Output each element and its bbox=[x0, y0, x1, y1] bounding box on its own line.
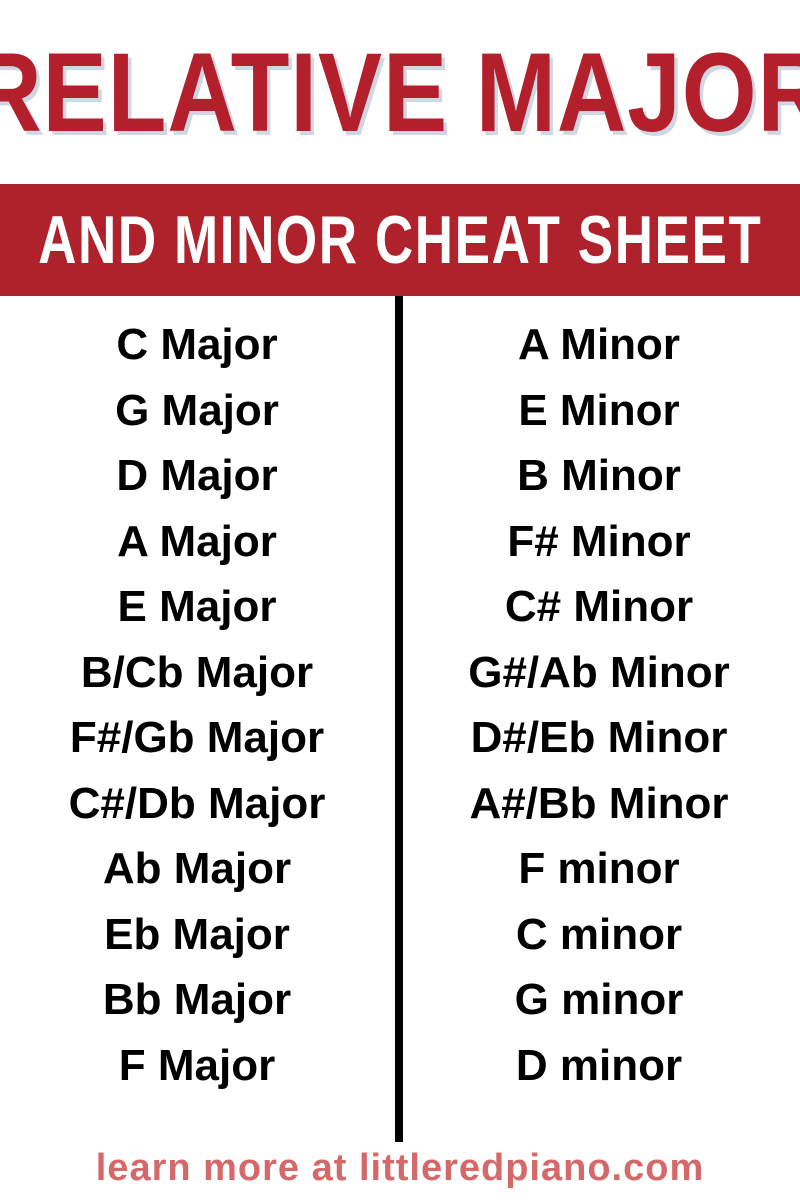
major-key-item: Bb Major bbox=[102, 975, 292, 1024]
major-key-item: Eb Major bbox=[104, 909, 290, 959]
minor-key-item: D#/Eb Minor bbox=[470, 713, 728, 762]
title-line-1: RELATIVE MAJOR bbox=[0, 29, 800, 155]
minor-key-item: F minor bbox=[518, 844, 680, 893]
minor-key-item: F# Minor bbox=[507, 516, 691, 566]
major-key-item: D Major bbox=[116, 451, 278, 500]
minor-key-item: G#/Ab Minor bbox=[468, 647, 730, 697]
minor-key-item: D minor bbox=[515, 1040, 683, 1090]
major-key-item: E Major bbox=[117, 582, 277, 631]
cheat-sheet-page: RELATIVE MAJOR AND MINOR CHEAT SHEET C M… bbox=[0, 0, 800, 1200]
major-key-item: C Major bbox=[116, 320, 278, 369]
major-key-item: A Major bbox=[117, 516, 277, 566]
major-key-item: B/Cb Major bbox=[80, 647, 314, 697]
minor-key-item: G minor bbox=[514, 975, 684, 1024]
minor-key-item: A#/Bb Minor bbox=[469, 778, 729, 828]
title-banner: AND MINOR CHEAT SHEET bbox=[0, 184, 800, 296]
title-line-2: AND MINOR CHEAT SHEET bbox=[37, 202, 763, 278]
major-key-item: F#/Gb Major bbox=[69, 713, 325, 762]
minor-key-item: C minor bbox=[515, 909, 683, 959]
footer-website-text: learn more at littleredpiano.com bbox=[95, 1146, 705, 1189]
minor-key-item: A Minor bbox=[517, 320, 681, 369]
minor-keys-column: A Minor E Minor B Minor F# Minor C# Mino… bbox=[404, 312, 794, 1098]
minor-key-item: E Minor bbox=[518, 385, 680, 435]
minor-key-item: B Minor bbox=[517, 451, 681, 500]
minor-key-item: C# Minor bbox=[504, 582, 694, 631]
major-key-item: G Major bbox=[115, 385, 279, 435]
column-divider bbox=[395, 296, 403, 1142]
major-key-item: C#/Db Major bbox=[68, 778, 326, 828]
major-key-item: Ab Major bbox=[102, 844, 292, 893]
major-keys-column: C Major G Major D Major A Major E Major … bbox=[2, 312, 392, 1098]
major-key-item: F Major bbox=[118, 1040, 276, 1090]
